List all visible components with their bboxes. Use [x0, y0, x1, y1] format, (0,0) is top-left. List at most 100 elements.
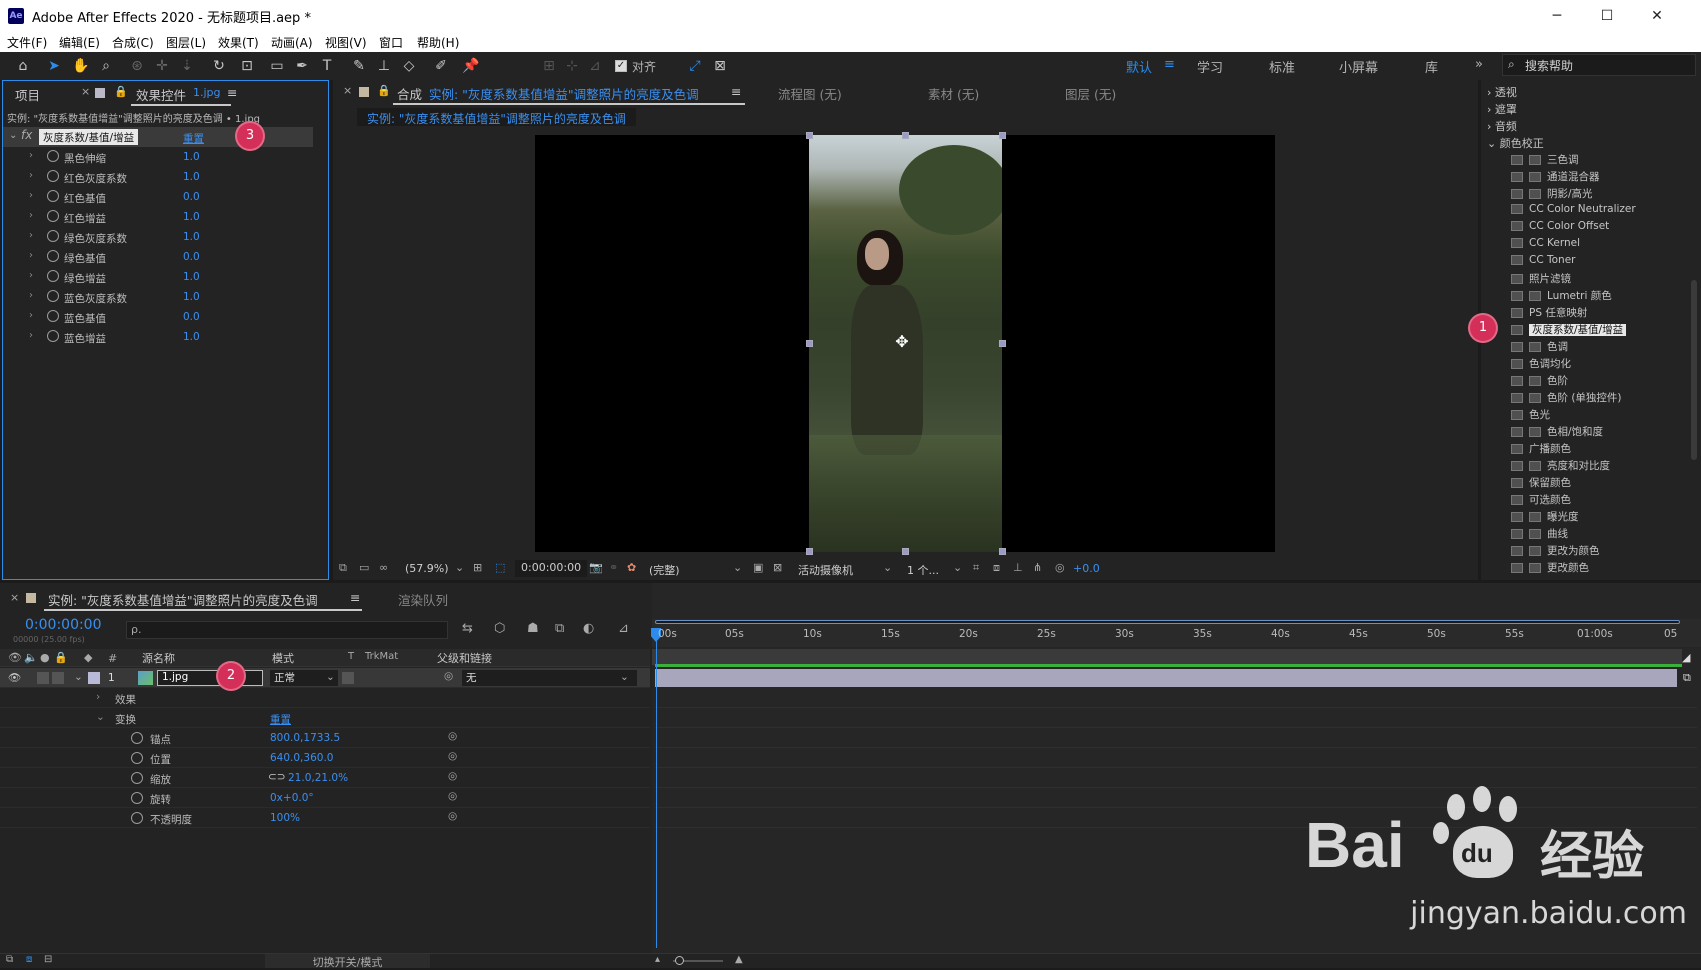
parent-link-header[interactable]: 父级和链接: [437, 650, 492, 666]
pan-behind-icon[interactable]: ⊡: [238, 57, 256, 75]
lock-icon[interactable]: 🔒: [114, 85, 128, 98]
effect-item[interactable]: PS 任意映射: [1511, 305, 1587, 320]
effect-item[interactable]: 可选颜色: [1511, 492, 1571, 507]
view-axis-icon[interactable]: ⊿: [586, 57, 604, 75]
puppet-pin-icon[interactable]: 📌: [462, 57, 480, 75]
effect-item[interactable]: 通道混合器: [1511, 169, 1600, 184]
always-preview-icon[interactable]: ⧉: [339, 561, 347, 575]
stopwatch-icon[interactable]: [47, 230, 59, 242]
tab-layer[interactable]: 图层 (无): [1065, 84, 1116, 103]
stopwatch-icon[interactable]: [47, 190, 59, 202]
draft-3d-icon[interactable]: ⬡: [494, 621, 505, 636]
workspace-standard[interactable]: 标准: [1269, 57, 1295, 76]
menu-window[interactable]: 窗口: [379, 34, 403, 51]
chevron-down-icon[interactable]: ⌄: [953, 561, 962, 574]
menu-file[interactable]: 文件(F): [7, 34, 47, 51]
monitor-icon[interactable]: ▭: [359, 561, 369, 574]
effect-item[interactable]: 色调: [1511, 339, 1568, 354]
effect-item[interactable]: CC Kernel: [1511, 237, 1580, 249]
workspace-small-screen[interactable]: 小屏幕: [1339, 57, 1378, 76]
collapse-chevron-icon[interactable]: ⌄: [9, 130, 17, 141]
effect-item[interactable]: 更改为颜色: [1511, 543, 1600, 558]
grid-guides-icon[interactable]: ⊞: [473, 561, 482, 574]
minimize-button[interactable]: ─: [1545, 6, 1569, 26]
workspace-learn[interactable]: 学习: [1197, 57, 1223, 76]
region-of-interest-icon[interactable]: ▣: [753, 561, 763, 574]
param-value[interactable]: 0.0: [183, 251, 200, 263]
menu-view[interactable]: 视图(V): [325, 34, 367, 51]
stopwatch-icon[interactable]: [131, 772, 143, 784]
transform-handle[interactable]: [806, 340, 813, 347]
stopwatch-icon[interactable]: [131, 812, 143, 824]
solo-icon[interactable]: ●: [40, 651, 50, 664]
effect-item[interactable]: 曝光度: [1511, 509, 1579, 524]
dolly-camera-icon[interactable]: ⇣: [178, 57, 196, 75]
stopwatch-icon[interactable]: [47, 210, 59, 222]
chevron-right-icon[interactable]: ›: [29, 150, 33, 161]
chevron-right-icon[interactable]: ›: [29, 290, 33, 301]
property-value[interactable]: 640.0,360.0: [270, 752, 333, 764]
transform-group-row[interactable]: ⌄ 变换 重置: [0, 708, 650, 728]
zoom-in-icon[interactable]: ▲: [735, 954, 743, 965]
resolution-dropdown[interactable]: (完整): [649, 562, 680, 578]
snap-checkbox[interactable]: ✓: [615, 60, 627, 72]
close-tab-icon[interactable]: ×: [81, 85, 90, 98]
effects-panel-scrollbar[interactable]: [1691, 280, 1697, 460]
effect-param-row[interactable]: › 绿色灰度系数 1.0: [3, 227, 313, 247]
effect-item[interactable]: 照片滤镜: [1511, 271, 1571, 286]
visibility-eye-icon[interactable]: 👁: [8, 671, 21, 684]
pan-camera-icon[interactable]: ✛: [153, 57, 171, 75]
effect-item[interactable]: 亮度和对比度: [1511, 458, 1610, 473]
layer-switches-icon[interactable]: ⧉: [6, 954, 13, 965]
snap-extent-icon[interactable]: ⊠: [711, 57, 729, 75]
property-row[interactable]: 位置 640.0,360.0 ◎: [0, 748, 650, 768]
preserve-transparency-toggle[interactable]: [342, 672, 354, 684]
lock-icon[interactable]: 🔒: [377, 84, 391, 97]
menu-effect[interactable]: 效果(T): [218, 34, 259, 51]
timeline-icon[interactable]: ⊥: [1013, 561, 1023, 574]
chevron-down-icon[interactable]: ⌄: [620, 671, 629, 683]
category-matte[interactable]: › 遮罩: [1487, 101, 1517, 117]
motion-blur-icon[interactable]: ◐: [583, 621, 594, 636]
zoom-out-icon[interactable]: ▴: [655, 954, 660, 965]
current-time-indicator[interactable]: [656, 628, 657, 948]
chevron-down-icon[interactable]: ⌄: [733, 561, 742, 574]
effect-header-row[interactable]: ⌄ fx 灰度系数/基值/增益 重置: [3, 127, 313, 147]
effect-item[interactable]: 色阶: [1511, 373, 1568, 388]
magnification-dropdown[interactable]: (57.9%): [405, 562, 449, 575]
menu-animation[interactable]: 动画(A): [271, 34, 313, 51]
stopwatch-icon[interactable]: [47, 310, 59, 322]
channel-icon[interactable]: ✿: [627, 561, 636, 574]
anchor-point-icon[interactable]: ✥: [892, 332, 912, 352]
stopwatch-icon[interactable]: [47, 330, 59, 342]
zoom-slider-thumb[interactable]: [675, 956, 684, 965]
chevron-right-icon[interactable]: ›: [29, 250, 33, 261]
chevron-right-icon[interactable]: ›: [29, 190, 33, 201]
effect-item-selected[interactable]: 灰度系数/基值/增益: [1511, 322, 1627, 337]
effect-item[interactable]: 更改颜色: [1511, 560, 1589, 575]
menu-composition[interactable]: 合成(C): [112, 34, 154, 51]
constrain-proportions-link-icon[interactable]: ⊂⊃: [268, 771, 286, 783]
tab-project[interactable]: 项目: [15, 85, 40, 104]
chevron-right-icon[interactable]: ›: [29, 230, 33, 241]
transfer-controls-icon[interactable]: ⧈: [26, 954, 32, 965]
effect-param-row[interactable]: › 红色基值 0.0: [3, 187, 313, 207]
stopwatch-icon[interactable]: [131, 732, 143, 744]
audio-icon[interactable]: 🔈: [24, 651, 38, 664]
fx-toggle-icon[interactable]: fx: [21, 128, 32, 142]
maximize-button[interactable]: ☐: [1595, 6, 1619, 26]
chevron-right-icon[interactable]: ›: [29, 310, 33, 321]
category-audio[interactable]: › 音频: [1487, 118, 1517, 134]
parent-dropdown[interactable]: 无: [462, 670, 637, 686]
in-out-icon[interactable]: ⊟: [44, 954, 52, 965]
category-color-correction[interactable]: ⌄ 颜色校正: [1487, 135, 1544, 151]
snap-option-icon[interactable]: ⤢: [686, 57, 704, 75]
effect-item[interactable]: CC Color Offset: [1511, 220, 1609, 232]
timeline-search-input[interactable]: ρ.: [126, 621, 448, 639]
stopwatch-icon[interactable]: [47, 170, 59, 182]
param-value[interactable]: 1.0: [183, 231, 200, 243]
workspace-default[interactable]: 默认: [1126, 57, 1152, 76]
work-area-end-icon[interactable]: ◢: [1682, 651, 1690, 664]
orbit-camera-icon[interactable]: ⊛: [128, 57, 146, 75]
home-icon[interactable]: ⌂: [14, 57, 32, 75]
